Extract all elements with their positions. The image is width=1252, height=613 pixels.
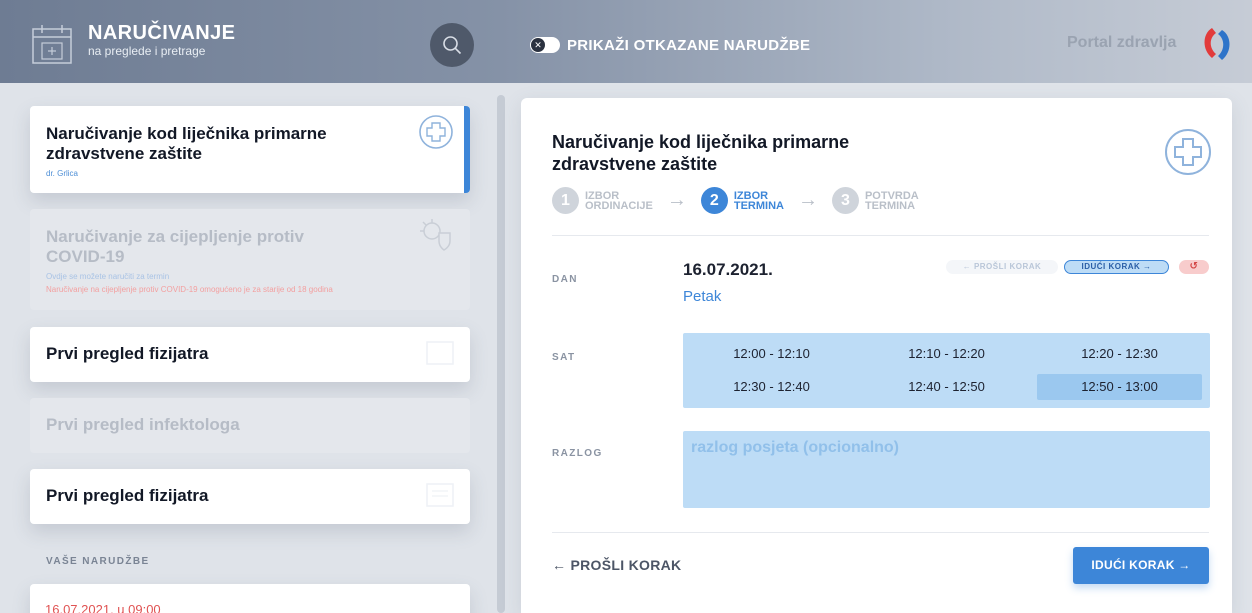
service-card-physiatrist[interactable]: Prvi pregled fizijatra <box>30 327 470 382</box>
time-slot-selected[interactable]: 12:50 - 13:00 <box>1037 374 1202 400</box>
service-card-primary-care[interactable]: Naručivanje kod liječnika primarne zdrav… <box>30 106 470 193</box>
time-slot[interactable]: 12:30 - 12:40 <box>689 374 854 400</box>
step-1-circle: 1 <box>552 187 579 214</box>
step-2-circle: 2 <box>700 187 728 214</box>
portal-name[interactable]: Portal zdravlja <box>1067 34 1176 52</box>
card-title: Naručivanje za cijepljenje protiv COVID-… <box>46 227 304 266</box>
reset-icon[interactable]: ↺ <box>1179 260 1209 274</box>
show-cancelled-toggle[interactable]: ✕ <box>530 37 560 53</box>
card-doctor: dr. Grlica <box>46 169 79 178</box>
card-info: Ovdje se možete naručiti za termin <box>46 272 170 281</box>
time-slot[interactable]: 12:40 - 12:50 <box>864 374 1029 400</box>
day-label: DAN <box>552 274 578 285</box>
step-1-label: IZBOR ORDINACIJE <box>585 189 653 212</box>
calendar-plus-icon <box>32 25 72 64</box>
step-indicator: 1 IZBOR ORDINACIJE → 2 IZBOR TERMINA → 3 P… <box>552 187 919 214</box>
close-icon: ✕ <box>531 38 545 52</box>
divider <box>552 235 1209 236</box>
time-label: SAT <box>552 352 576 363</box>
panel-title: Naručivanje kod liječnika primarne zdrav… <box>552 132 850 174</box>
step-3-label: POTVRDA TERMINA <box>864 189 919 212</box>
service-card-infectologist: Prvi pregled infektologa <box>30 398 470 453</box>
time-slot[interactable]: 12:00 - 12:10 <box>689 341 854 367</box>
document-icon <box>426 483 454 507</box>
show-cancelled-label[interactable]: PRIKAŽI OTKAZANE NARUDŽBE <box>567 37 810 54</box>
top-bar: NARUČIVANJE na preglede i pretrage ✕ PRI… <box>0 0 1252 83</box>
booking-panel: Naručivanje kod liječnika primarne zdrav… <box>521 98 1232 613</box>
card-title: Prvi pregled fizijatra <box>46 486 209 505</box>
search-icon <box>443 36 462 55</box>
app-subtitle: na preglede i pretrage <box>88 44 206 58</box>
next-step-button[interactable]: IDUĆI KORAK → <box>1073 547 1209 584</box>
orders-section-label: VAŠE NARUDŽBE <box>46 556 150 567</box>
time-slot-grid: 12:00 - 12:10 12:10 - 12:20 12:20 - 12:3… <box>683 333 1210 408</box>
arrow-right-icon: → <box>797 189 818 211</box>
plus-circle-icon <box>419 115 453 149</box>
card-warning: Naručivanje na cijepljenje protiv COVID-… <box>46 285 333 294</box>
order-date: 16.07.2021. u 09:00 <box>45 602 161 613</box>
prev-step-link[interactable]: ← PROŠLI KORAK <box>552 557 681 573</box>
selected-accent <box>464 106 470 193</box>
plus-circle-icon <box>1165 129 1211 175</box>
portal-logo-icon[interactable] <box>1198 24 1238 64</box>
selected-day-name: Petak <box>683 288 722 305</box>
card-title: Prvi pregled infektologa <box>46 415 240 434</box>
card-title: Prvi pregled fizijatra <box>46 344 209 363</box>
arrow-right-icon: → <box>666 189 687 211</box>
step-2-label: IZBOR TERMINA <box>733 189 784 212</box>
divider <box>552 532 1209 533</box>
reason-input[interactable] <box>683 431 1210 508</box>
service-card-physiatrist-2[interactable]: Prvi pregled fizijatra <box>30 469 470 524</box>
app-title: NARUČIVANJE <box>88 22 236 44</box>
time-slot[interactable]: 12:20 - 12:30 <box>1037 341 1202 367</box>
time-slot[interactable]: 12:10 - 12:20 <box>864 341 1029 367</box>
next-day-button[interactable]: IDUĆI KORAK → <box>1064 260 1169 274</box>
virus-shield-icon <box>420 219 451 251</box>
prev-day-button[interactable]: ← PROŠLI KORAK <box>946 260 1058 274</box>
card-title: Naručivanje kod liječnika primarne zdrav… <box>46 124 327 163</box>
selected-date: 16.07.2021. <box>683 260 773 279</box>
document-icon <box>426 341 454 365</box>
search-button[interactable] <box>430 23 474 67</box>
step-3-circle: 3 <box>831 187 859 214</box>
reason-label: RAZLOG <box>552 448 603 459</box>
service-card-covid: Naručivanje za cijepljenje protiv COVID-… <box>30 209 470 310</box>
scrollbar[interactable] <box>497 95 505 613</box>
